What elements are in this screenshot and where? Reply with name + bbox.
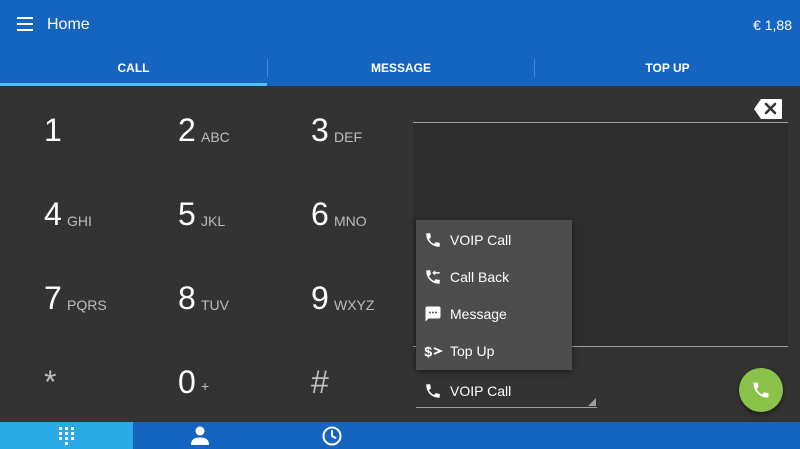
menu-item-top-up[interactable]: $ Top Up: [416, 332, 572, 369]
call-button[interactable]: [739, 368, 783, 412]
key-digit: 5: [178, 196, 196, 232]
key-letters: WXYZ: [334, 297, 375, 313]
top-up-icon: $: [424, 344, 443, 360]
menu-item-label: Message: [450, 306, 507, 322]
tab-call[interactable]: CALL: [0, 50, 267, 86]
tab-top-up[interactable]: TOP UP: [535, 50, 800, 86]
key-5[interactable]: 5 JKL: [178, 196, 288, 256]
key-hash[interactable]: #: [311, 364, 421, 424]
message-icon: [425, 306, 441, 322]
key-letters: DEF: [334, 129, 362, 145]
svg-text:$: $: [424, 344, 432, 360]
balance-label: € 1,88: [753, 17, 792, 33]
phone-icon: [753, 382, 769, 398]
key-letters: TUV: [201, 297, 229, 313]
menu-item-call-back[interactable]: Call Back: [416, 258, 572, 295]
menu-icon[interactable]: [17, 17, 33, 31]
call-type-dropdown-menu: VOIP Call Call Back Message $ Top Up: [416, 220, 572, 370]
key-7[interactable]: 7 PQRS: [44, 280, 154, 340]
call-back-icon: [426, 270, 440, 284]
key-8[interactable]: 8 TUV: [178, 280, 288, 340]
key-letters: +: [201, 378, 210, 394]
backspace-icon[interactable]: [753, 98, 783, 120]
key-digit: 7: [44, 280, 62, 316]
key-3[interactable]: 3 DEF: [311, 112, 421, 172]
nav-dialpad[interactable]: [0, 422, 133, 449]
person-icon: [191, 426, 209, 445]
menu-item-label: Top Up: [450, 343, 495, 359]
menu-item-voip-call[interactable]: VOIP Call: [416, 221, 572, 258]
nav-contacts[interactable]: [133, 422, 266, 449]
app-bar: Home € 1,88: [0, 0, 800, 50]
key-9[interactable]: 9 WXYZ: [311, 280, 421, 340]
tab-bar: CALL MESSAGE TOP UP: [0, 50, 800, 86]
phone-icon: [426, 233, 440, 247]
key-letters: GHI: [67, 213, 92, 229]
selected-call-type: VOIP Call: [450, 383, 512, 399]
key-digit: 3: [311, 112, 329, 148]
page-title: Home: [47, 16, 90, 33]
key-6[interactable]: 6 MNO: [311, 196, 421, 256]
tab-message[interactable]: MESSAGE: [268, 50, 534, 86]
key-digit: 4: [44, 196, 62, 232]
key-letters: PQRS: [67, 297, 107, 313]
key-0[interactable]: 0 +: [178, 364, 288, 424]
key-2[interactable]: 2 ABC: [178, 112, 288, 172]
menu-item-label: Call Back: [450, 269, 510, 285]
key-digit: 0: [178, 364, 196, 400]
key-4[interactable]: 4 GHI: [44, 196, 154, 256]
key-digit: 6: [311, 196, 329, 232]
key-letters: MNO: [334, 213, 367, 229]
call-type-selector[interactable]: VOIP Call: [416, 372, 597, 408]
nav-history[interactable]: [266, 422, 399, 449]
key-digit: 2: [178, 112, 196, 148]
key-digit: *: [44, 364, 57, 400]
key-digit: 9: [311, 280, 329, 316]
dialpad-icon: [59, 427, 74, 445]
key-1[interactable]: 1: [44, 112, 154, 172]
clock-icon: [322, 426, 342, 446]
key-letters: JKL: [201, 213, 226, 229]
key-digit: 1: [44, 112, 62, 148]
menu-item-message[interactable]: Message: [416, 295, 572, 332]
key-star[interactable]: *: [44, 364, 154, 424]
phone-icon: [426, 384, 440, 398]
menu-item-label: VOIP Call: [450, 232, 512, 248]
bottom-nav: [0, 422, 800, 449]
key-digit: #: [311, 364, 329, 400]
key-letters: ABC: [201, 129, 230, 145]
dropdown-caret-icon: [588, 398, 596, 406]
key-digit: 8: [178, 280, 196, 316]
